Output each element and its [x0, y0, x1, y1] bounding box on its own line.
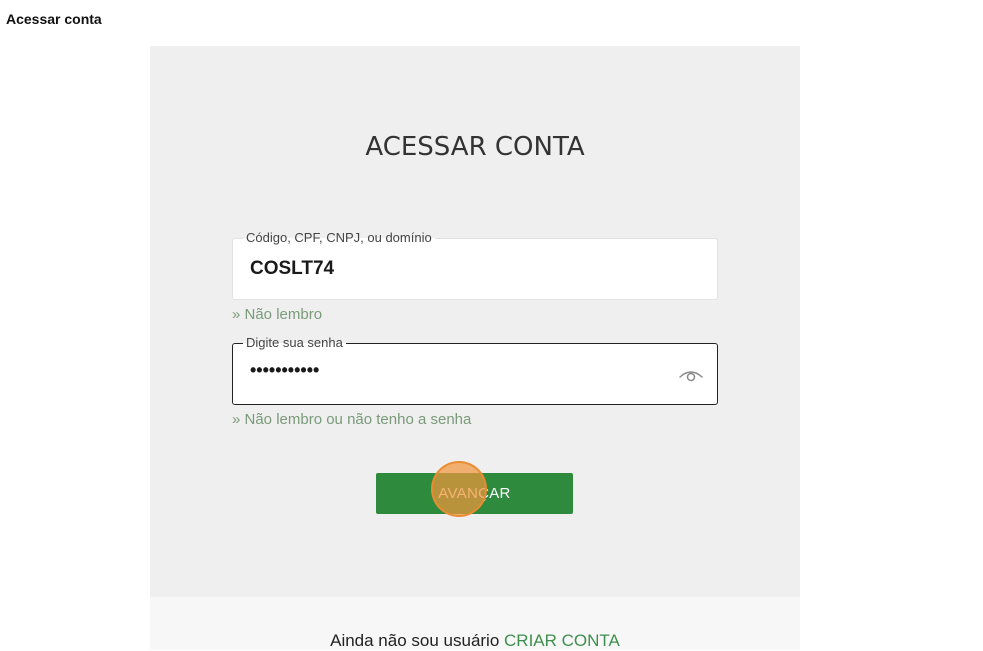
password-field-label: Digite sua senha [243, 335, 346, 351]
footer-strip: Ainda não sou usuário CRIAR CONTA [150, 597, 800, 650]
account-field[interactable]: Código, CPF, CNPJ, ou domínio [232, 230, 718, 300]
forgot-account-link[interactable]: » Não lembro [232, 306, 322, 323]
create-account-link[interactable]: CRIAR CONTA [504, 631, 620, 650]
password-input[interactable]: ••••••••••• [250, 360, 650, 381]
advance-button[interactable]: AVANÇAR [376, 473, 573, 514]
footer-prompt: Ainda não sou usuário [330, 631, 505, 650]
page-heading: Acessar conta [6, 11, 102, 27]
forgot-password-link[interactable]: » Não lembro ou não tenho a senha [232, 411, 471, 428]
footer-text: Ainda não sou usuário CRIAR CONTA [150, 631, 800, 651]
password-field[interactable]: Digite sua senha ••••••••••• [232, 335, 718, 405]
eye-icon[interactable] [677, 365, 705, 385]
account-field-label: Código, CPF, CNPJ, ou domínio [243, 230, 435, 246]
login-title: ACESSAR CONTA [365, 132, 585, 162]
account-input[interactable] [250, 258, 650, 280]
